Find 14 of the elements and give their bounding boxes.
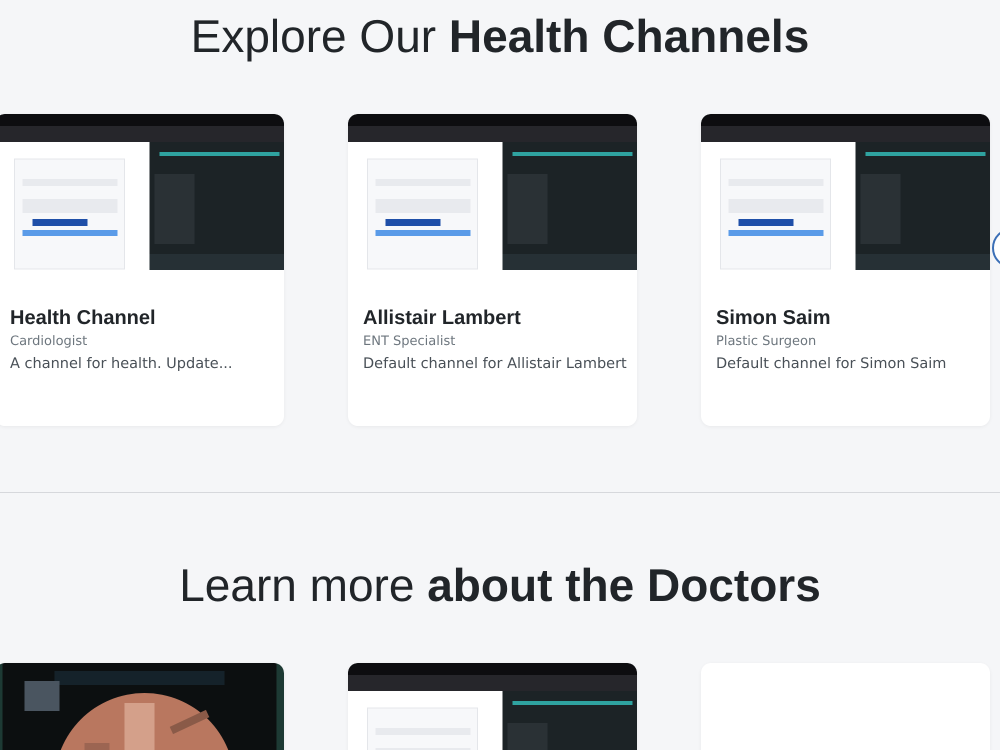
channel-card[interactable]: Allistair Lambert ENT Specialist Default channel for Allistair Lambert [348,114,637,426]
channel-card[interactable]: Health Channel Cardiologist A channel for health. Update... [0,114,284,426]
description-text: Default channel for Simon Saim [716,355,948,374]
channel-name: Allistair Lambert [363,306,522,330]
description-text: A channel for health. Update... [10,355,234,374]
description-text: Default channel for Allistair Lambert [363,355,627,374]
section-heading: Learn more about the Doctors [178,558,822,613]
channel-name: Simon Saim [716,306,832,330]
specialty-text: Plastic Surgeon [716,333,818,351]
specialty-text: Cardiologist [10,333,88,351]
section-heading: Explore Our Health Channels [190,9,810,64]
channel-card[interactable]: Simon Saim Plastic Surgeon Default channel for Simon Saim [701,114,990,426]
channel-name: Health Channel [10,306,157,330]
specialty-text: ENT Specialist [363,333,456,351]
